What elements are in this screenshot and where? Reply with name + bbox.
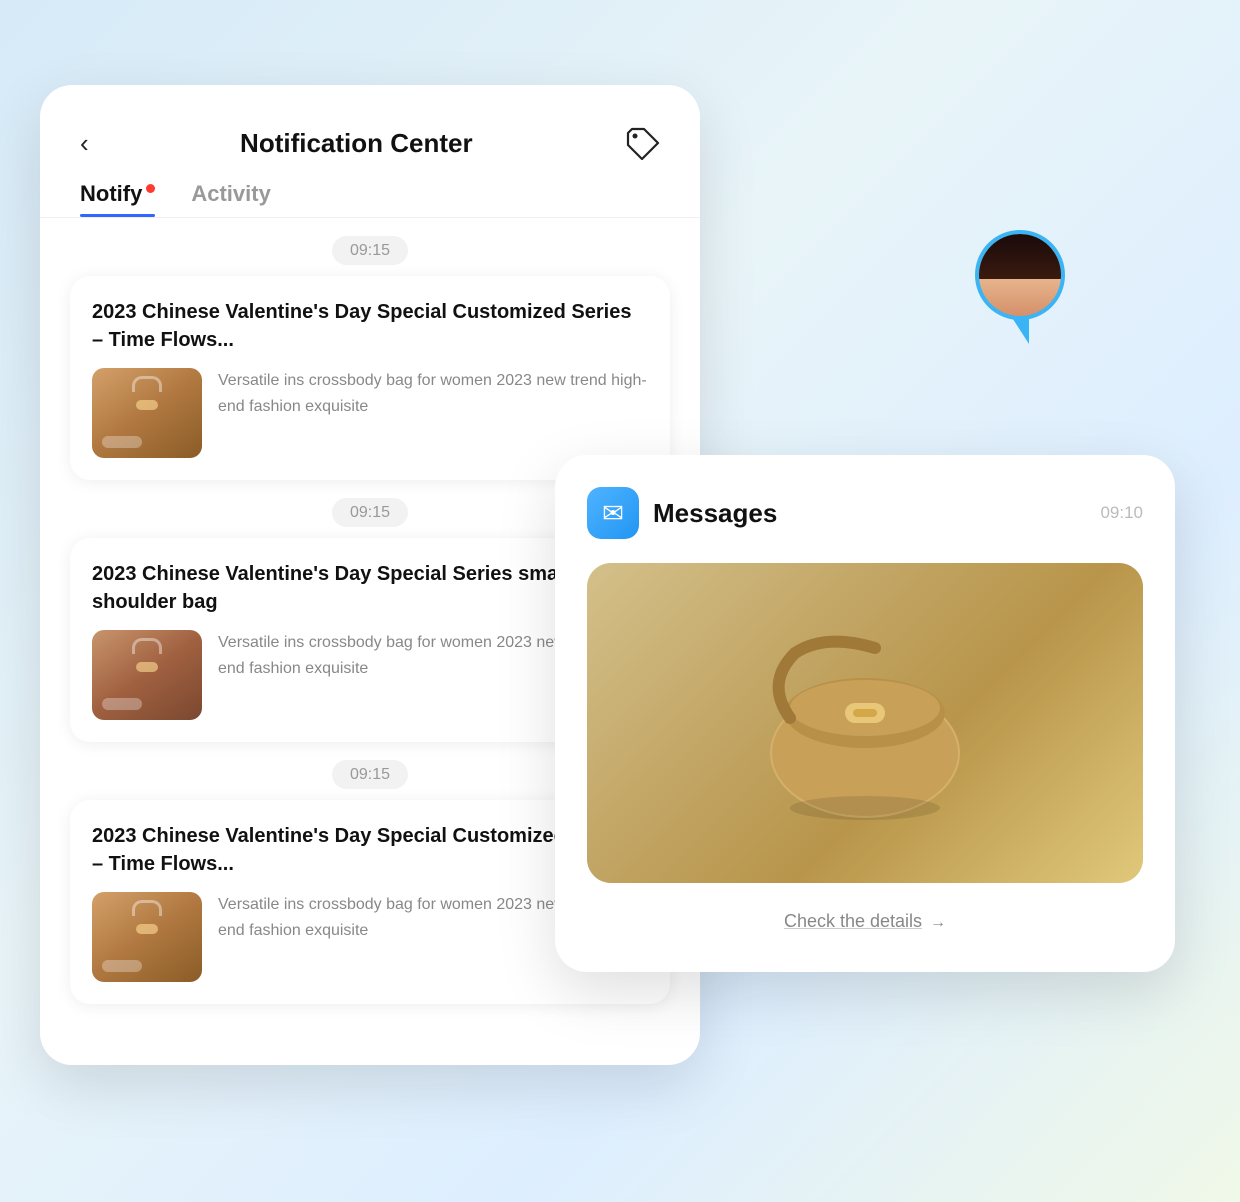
bag-decoration-3 (102, 960, 142, 972)
notification-title-1: 2023 Chinese Valentine's Day Special Cus… (92, 298, 648, 354)
envelope-icon: ✉ (602, 498, 624, 529)
product-image-1 (92, 368, 202, 458)
check-details-link[interactable]: Check the details (784, 911, 922, 931)
avatar-circle (975, 230, 1065, 320)
check-details-row[interactable]: Check the details → (587, 903, 1143, 940)
notification-item-1[interactable]: 2023 Chinese Valentine's Day Special Cus… (70, 276, 670, 480)
shoulder-bag-svg (735, 623, 995, 823)
notification-desc-1: Versatile ins crossbody bag for women 20… (218, 368, 648, 458)
bag-decoration-1 (102, 436, 142, 448)
avatar-face (979, 234, 1061, 316)
tabs-row: Notify Activity (40, 181, 700, 217)
avatar-pin (975, 230, 1065, 344)
notification-header: ‹ Notification Center (40, 85, 700, 181)
messages-title-group: ✉ Messages (587, 487, 777, 539)
notification-center-title: Notification Center (240, 128, 473, 159)
messages-time: 09:10 (1100, 503, 1143, 523)
messages-header: ✉ Messages 09:10 (587, 487, 1143, 539)
bag-decoration-2 (102, 698, 142, 710)
timestamp-1: 09:15 (70, 242, 670, 260)
avatar-hair (979, 234, 1061, 279)
bag-product-illustration (587, 563, 1143, 883)
bag-clasp-1 (136, 400, 158, 410)
tab-activity[interactable]: Activity (191, 181, 270, 217)
messages-card: ✉ Messages 09:10 (555, 455, 1175, 972)
notification-row-1: Versatile ins crossbody bag for women 20… (92, 368, 648, 458)
bag-handle-2 (132, 638, 162, 654)
messages-icon-wrap: ✉ (587, 487, 639, 539)
bag-clasp-2 (136, 662, 158, 672)
messages-title: Messages (653, 498, 777, 529)
messages-product-image (587, 563, 1143, 883)
bag-handle-1 (132, 376, 162, 392)
product-image-2 (92, 630, 202, 720)
check-details-arrow: → (930, 914, 946, 931)
bag-clasp-3 (136, 924, 158, 934)
avatar-pin-triangle (1011, 316, 1029, 344)
back-button[interactable]: ‹ (80, 128, 89, 159)
notify-dot (146, 184, 155, 193)
tag-icon[interactable] (624, 125, 660, 161)
bag-handle-3 (132, 900, 162, 916)
tab-notify[interactable]: Notify (80, 181, 155, 217)
product-image-3 (92, 892, 202, 982)
